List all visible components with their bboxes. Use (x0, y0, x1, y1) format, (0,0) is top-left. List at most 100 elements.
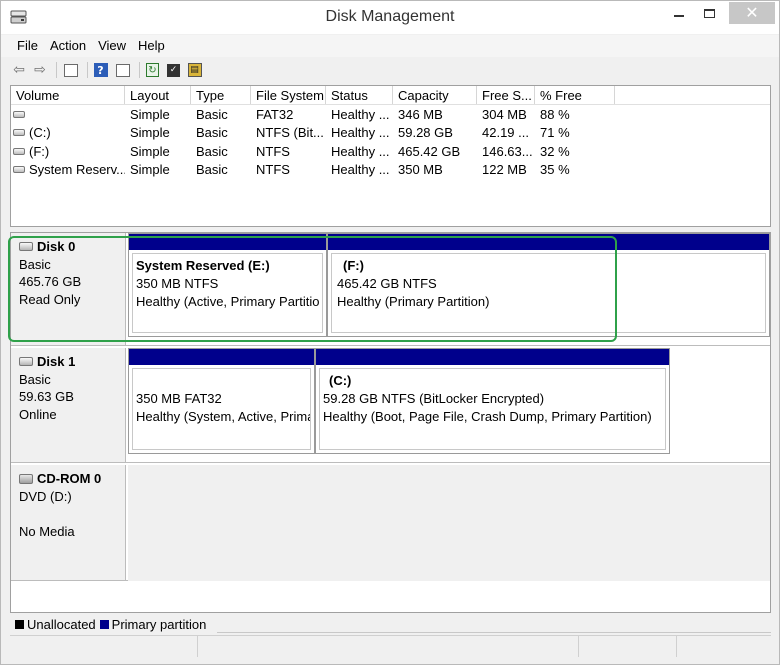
maximize-button[interactable] (694, 1, 724, 25)
settings-icon: ▤ (187, 63, 202, 77)
layout-cell: Simple (130, 162, 170, 178)
drive-icon (13, 147, 25, 155)
show-hide-console-tree-button[interactable] (62, 61, 80, 79)
forward-arrow-icon[interactable]: ⇨ (31, 61, 49, 79)
properties-button[interactable] (114, 61, 132, 79)
type-cell: Basic (196, 125, 228, 141)
table-row[interactable]: System Reserv... Simple Basic NTFS Healt… (11, 161, 770, 180)
disk-status: No Media (19, 523, 75, 539)
status-bar (10, 635, 771, 657)
column-header-layout[interactable]: Layout (125, 86, 191, 104)
partition-status: Healthy (Primary Partition) (337, 294, 490, 309)
disk-name: Disk 0 (37, 239, 76, 254)
close-button[interactable]: ✕ (729, 2, 775, 24)
primary-partition-bar (316, 349, 669, 365)
primary-partition-bar (129, 349, 314, 365)
partition-f[interactable]: (F:) 465.42 GB NTFS Healthy (Primary Par… (327, 233, 770, 337)
legend: Unallocated Primary partition (10, 615, 771, 633)
status-pane (198, 636, 579, 657)
column-header-capacity[interactable]: Capacity (393, 86, 477, 104)
free-space-cell: 42.19 ... (482, 125, 529, 141)
legend-divider (217, 632, 771, 633)
legend-label: Unallocated (27, 616, 96, 632)
drive-icon (13, 110, 25, 118)
disk-1-info[interactable]: Disk 1 Basic 59.63 GB Online (11, 348, 126, 462)
capacity-cell: 350 MB (398, 162, 443, 178)
partition-status: Healthy (Active, Primary Partitio (136, 294, 320, 309)
minimize-icon (674, 15, 684, 17)
column-header-percent-free[interactable]: % Free (535, 86, 615, 104)
settings-button[interactable]: ▤ (187, 61, 205, 79)
disk-capacity: 465.76 GB (19, 274, 82, 289)
column-header-file-system[interactable]: File System (251, 86, 326, 104)
disk-type: Basic (19, 256, 51, 272)
menu-action[interactable]: Action (44, 35, 92, 57)
hard-disk-icon (19, 357, 33, 367)
hard-disk-icon (19, 242, 33, 252)
legend-label: Primary partition (111, 616, 207, 632)
partition-name (136, 372, 310, 390)
capacity-cell: 465.42 GB (398, 143, 461, 159)
table-row[interactable]: Simple Basic FAT32 Healthy ... 346 MB 30… (11, 105, 770, 124)
column-header-volume[interactable]: Volume (11, 86, 125, 104)
console-tree-icon (64, 63, 78, 77)
minimize-button[interactable] (664, 1, 694, 25)
type-cell: Basic (196, 106, 228, 122)
help-button[interactable]: ? (93, 61, 111, 79)
toolbar-separator (87, 62, 88, 78)
disk-1-row: Disk 1 Basic 59.63 GB Online 350 MB FAT3… (11, 348, 770, 463)
partition-name: System Reserved (E:) (136, 258, 270, 273)
checklist-icon: ✓ (167, 63, 180, 77)
free-space-cell: 122 MB (482, 162, 527, 178)
column-header-free-space[interactable]: Free S... (477, 86, 535, 104)
help-icon: ? (93, 63, 108, 77)
status-pane (579, 636, 677, 657)
maximize-icon (703, 8, 715, 18)
close-icon: ✕ (745, 3, 759, 22)
volume-list[interactable]: Volume Layout Type File System Status Ca… (10, 85, 771, 227)
partition-system[interactable]: 350 MB FAT32 Healthy (System, Active, Pr… (128, 348, 315, 454)
back-arrow-icon[interactable]: ⇦ (10, 61, 28, 79)
status-cell: Healthy ... (331, 106, 390, 122)
legend-item-unallocated: Unallocated (15, 617, 96, 632)
window-title: Disk Management (325, 8, 455, 25)
disk-type: DVD (D:) (19, 488, 72, 504)
capacity-cell: 59.28 GB (398, 125, 453, 141)
primary-partition-bar (129, 234, 326, 250)
cd-rom-0-row: CD-ROM 0 DVD (D:) No Media (11, 465, 770, 581)
partition-system-reserved[interactable]: System Reserved (E:) 350 MB NTFS Healthy… (128, 233, 327, 337)
toolbar-separator (139, 62, 140, 78)
disk-management-window: Disk Management ✕ File Action View Help … (0, 0, 780, 665)
partition-size: 465.42 GB NTFS (337, 276, 437, 291)
table-row[interactable]: (C:) Simple Basic NTFS (Bit... Healthy .… (11, 124, 770, 143)
free-space-cell: 304 MB (482, 106, 527, 122)
menu-file[interactable]: File (11, 35, 44, 57)
partition-size: 350 MB NTFS (136, 276, 219, 291)
disk-name: Disk 1 (37, 354, 76, 369)
menu-bar: File Action View Help (1, 35, 779, 57)
column-header-status[interactable]: Status (326, 86, 393, 104)
connect-virtual-disk-button[interactable]: ↻ (145, 61, 163, 79)
layout-cell: Simple (130, 106, 170, 122)
partition-status: Healthy (Boot, Page File, Crash Dump, Pr… (323, 409, 652, 424)
table-row[interactable]: (F:) Simple Basic NTFS Healthy ... 465.4… (11, 142, 770, 161)
menu-view[interactable]: View (92, 35, 132, 57)
status-cell: Healthy ... (331, 162, 390, 178)
volume-name: (C:) (29, 125, 51, 141)
volume-name: (F:) (29, 143, 50, 159)
disk-capacity (19, 505, 125, 523)
toolbar: ⇦ ⇨ ? ↻ ✓ ▤ (1, 58, 779, 82)
status-cell: Healthy ... (331, 125, 390, 141)
disk-0-row: Disk 0 Basic 465.76 GB Read Only System … (11, 233, 770, 346)
primary-partition-bar (328, 234, 769, 250)
disk-0-info[interactable]: Disk 0 Basic 465.76 GB Read Only (11, 233, 126, 345)
column-header-type[interactable]: Type (191, 86, 251, 104)
primary-partition-swatch (99, 619, 109, 629)
menu-help[interactable]: Help (132, 35, 171, 57)
title-bar: Disk Management ✕ (1, 1, 779, 34)
rescan-disks-button[interactable]: ✓ (166, 61, 184, 79)
type-cell: Basic (196, 143, 228, 159)
partition-c[interactable]: (C:) 59.28 GB NTFS (BitLocker Encrypted)… (315, 348, 670, 454)
cd-drive-icon (19, 473, 33, 484)
cd-rom-0-info[interactable]: CD-ROM 0 DVD (D:) No Media (11, 465, 126, 580)
